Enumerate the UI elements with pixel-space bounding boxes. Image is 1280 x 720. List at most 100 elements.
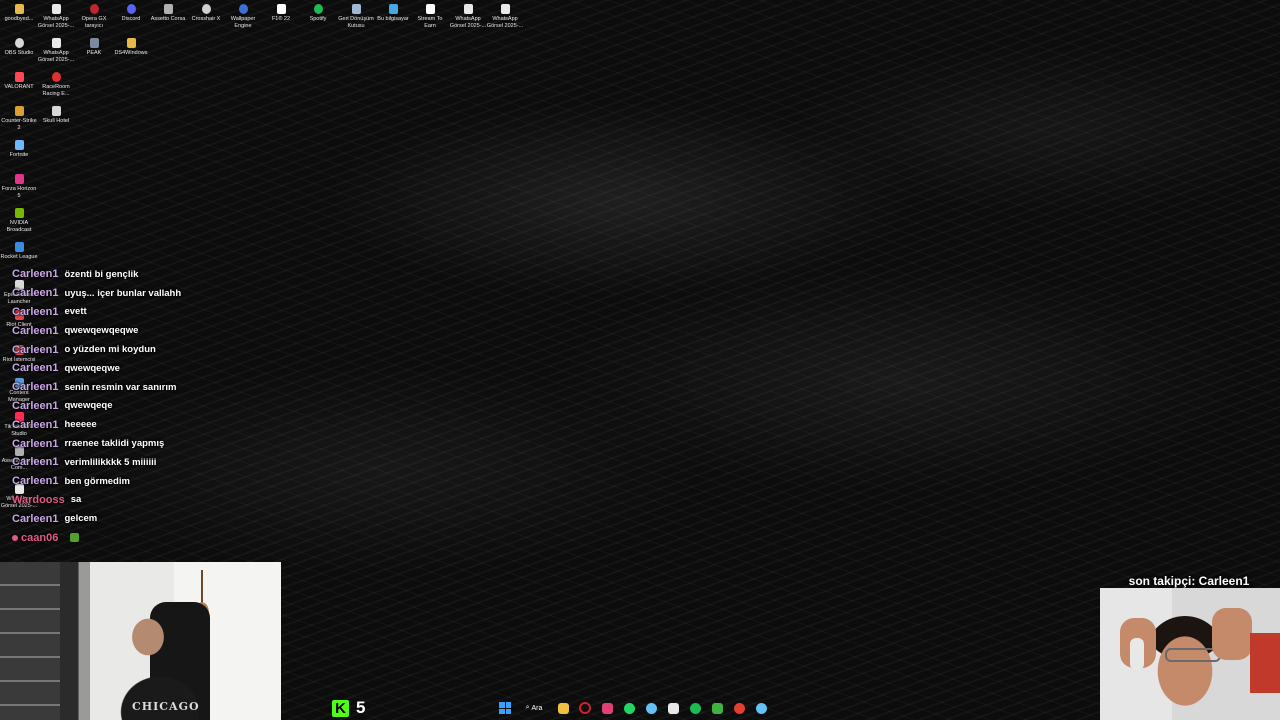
instagram-icon[interactable]	[596, 698, 618, 718]
desktop-icon-peak[interactable]: PEAK	[75, 38, 113, 57]
desktop-icon-assetto-corsa[interactable]: Assetto Corsa	[149, 4, 187, 23]
last-follower-label: son takipçi: Carleen1	[1128, 574, 1250, 588]
chat-message: Carleen1 qwewqewqeqwe	[12, 321, 312, 340]
chrome-icon[interactable]	[728, 698, 750, 718]
chat-text: heeeee	[64, 419, 97, 431]
windows-logo-icon	[499, 702, 511, 714]
chat-text: verimlilikkkk 5 miiiiii	[64, 456, 157, 468]
desktop-icon-stream-to-earn[interactable]: Stream To Earn	[411, 4, 449, 30]
nvidia-icon	[14, 208, 24, 218]
chat-username: Carleen1	[12, 343, 59, 356]
chat-username: Carleen1	[12, 362, 59, 375]
steam-alt-icon[interactable]	[750, 698, 772, 718]
wallpaper-engine-icon	[238, 4, 248, 14]
desktop-icon-skull-hotel[interactable]: Skull Hotel	[37, 106, 75, 125]
whatsapp-icon[interactable]	[618, 698, 640, 718]
tiktok-live-icon[interactable]	[662, 698, 684, 718]
stream-chat-overlay: Carleen1 özenti bi gençlik Carleen1 uyuş..…	[12, 265, 312, 547]
desktop-icon-fortnite[interactable]: Fortnite	[0, 140, 38, 159]
chat-username: Carleen1	[12, 268, 59, 281]
image-file-icon	[51, 38, 61, 48]
chrome-logo-icon	[733, 702, 745, 714]
spotify-icon	[313, 4, 323, 14]
chat-message: caan06	[12, 528, 312, 547]
chat-message: Carleen1 özenti bi gençlik	[12, 265, 312, 284]
chat-message: Carleen1 gelcem	[12, 509, 312, 528]
chat-username: Carleen1	[12, 381, 59, 394]
opera-gx-logo-icon	[579, 702, 591, 714]
file-explorer-icon[interactable]	[552, 698, 574, 718]
viewer-count: 5	[356, 698, 366, 717]
kick-viewer-counter: K 5	[332, 698, 365, 718]
chat-username: Carleen1	[12, 456, 59, 469]
chat-username: Carleen1	[12, 305, 59, 318]
chat-text: sa	[70, 494, 82, 506]
webcam-right	[1100, 588, 1280, 720]
steam-logo-icon	[755, 702, 767, 714]
desktop-icon-cs2[interactable]: Counter-Strike 2	[0, 106, 38, 132]
image-file-icon	[51, 4, 61, 14]
taskbar-search-button[interactable]: ⌕ Ara	[516, 698, 552, 718]
desktop-icon-whatsapp-2[interactable]: WhatsApp Görsel 2025-...	[449, 4, 487, 30]
desktop-icon-obs[interactable]: OBS Studio	[0, 38, 38, 57]
instagram-logo-icon	[601, 702, 613, 714]
desktop-icon-crosshair-x[interactable]: Crosshair X	[187, 4, 225, 23]
desktop-icon-rocket-league[interactable]: Rocket League	[0, 242, 38, 261]
chat-message: Carleen1 verimlilikkkk 5 miiiiii	[12, 453, 312, 472]
search-label: Ara	[531, 704, 543, 712]
assetto-corsa-icon	[163, 4, 173, 14]
chat-username: caan06	[21, 531, 59, 544]
subscriber-badge-icon	[70, 533, 80, 543]
obs-icon	[14, 38, 24, 48]
desktop-icon-recycle-bin[interactable]: Geri Dönüşüm Kutusu	[337, 4, 375, 30]
stream-to-earn-icon	[425, 4, 435, 14]
chat-message: Carleen1 uyuş... içer bunlar vallahh	[12, 284, 312, 303]
f1-game-icon	[276, 4, 286, 14]
desktop-icon-whatsapp-1[interactable]: WhatsApp Görsel 2025-...	[37, 4, 75, 30]
peak-game-icon	[89, 38, 99, 48]
chat-text: qwewqeqe	[64, 400, 113, 412]
forza-icon	[14, 174, 24, 184]
whatsapp-logo-icon	[623, 702, 635, 714]
desktop-icon-valorant[interactable]: VALORANT	[0, 72, 38, 91]
desktop-icon-f1-22[interactable]: F1® 22	[262, 4, 300, 23]
shelf	[0, 562, 60, 720]
chat-text: uyuş... içer bunlar vallahh	[64, 287, 182, 299]
crosshair-icon	[201, 4, 211, 14]
webcam-left: CHICAGO	[0, 562, 281, 720]
chat-username: Carleen1	[12, 437, 59, 450]
recycle-bin-icon	[351, 4, 361, 14]
fortnite-icon	[14, 140, 24, 150]
desktop-icon-wallpaper-engine[interactable]: Wallpaper Engine	[224, 4, 262, 30]
desktop-icon-spotify[interactable]: Spotify	[299, 4, 337, 23]
chat-message: Carleen1 o yüzden mi koydun	[12, 340, 312, 359]
chat-message: Carleen1 evett	[12, 303, 312, 322]
spotify-icon[interactable]	[684, 698, 706, 718]
computer-icon	[388, 4, 398, 14]
desktop-icon-opera-gx[interactable]: Opera GX tarayıcı	[75, 4, 113, 30]
spotify-logo-icon	[689, 702, 701, 714]
opera-gx-icon[interactable]	[574, 698, 596, 718]
chat-text: senin resmin var sanırım	[64, 381, 177, 393]
desktop-icon-ds4windows[interactable]: DS4Windows	[112, 38, 150, 57]
chat-message: Carleen1 senin resmin var sanırım	[12, 378, 312, 397]
desktop-icon-discord[interactable]: Discord	[112, 4, 150, 23]
folder-icon	[126, 38, 136, 48]
chat-text: qwewqewqeqwe	[64, 325, 139, 337]
desktop-icon-raceroom[interactable]: RaceRoom Racing E...	[37, 72, 75, 98]
windows-start-icon[interactable]	[494, 698, 516, 718]
desktop-icon-whatsapp-4[interactable]: WhatsApp Görsel 2025-...	[37, 38, 75, 64]
hand-right	[1212, 608, 1252, 660]
desktop-icon-forza[interactable]: Forza Horizon 5	[0, 174, 38, 200]
desktop-icon-this-pc[interactable]: Bu bilgisayar	[374, 4, 412, 23]
xbox-icon[interactable]	[706, 698, 728, 718]
chat-username: Carleen1	[12, 399, 59, 412]
desktop-icon-goodbyed[interactable]: goodbyed...	[0, 4, 38, 23]
xbox-logo-icon	[711, 702, 723, 714]
steam-icon[interactable]	[640, 698, 662, 718]
desktop-icon-whatsapp-3[interactable]: WhatsApp Görsel 2025-...	[486, 4, 524, 30]
chat-text: gelcem	[64, 513, 98, 525]
desktop-icon-nvidia-broadcast[interactable]: NVIDIA Broadcast	[0, 208, 38, 234]
chat-username: Carleen1	[12, 418, 59, 431]
user-badge-icon	[12, 534, 18, 541]
